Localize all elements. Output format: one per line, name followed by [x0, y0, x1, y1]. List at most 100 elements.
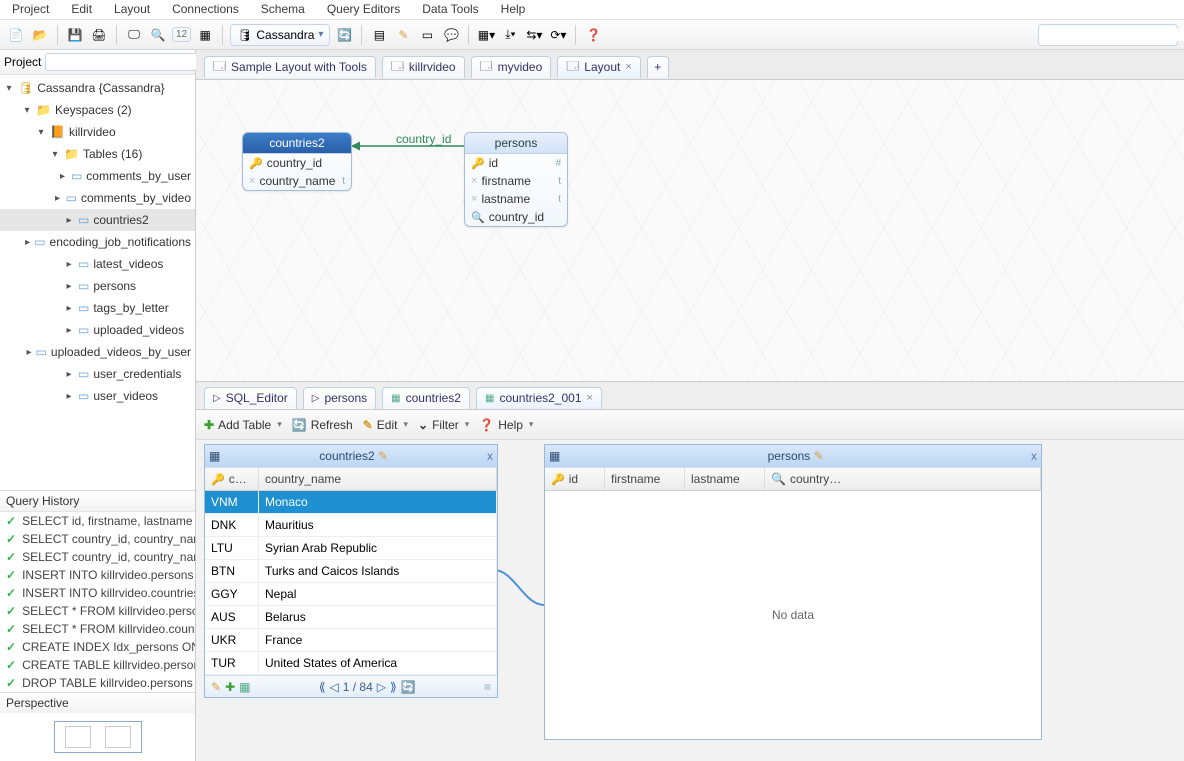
help-icon[interactable]: [583, 25, 603, 45]
query-history-item[interactable]: ✓INSERT INTO killrvideo.countries: [0, 584, 195, 602]
new-icon[interactable]: [6, 25, 26, 45]
query-history-item[interactable]: ✓INSERT INTO killrvideo.persons: [0, 566, 195, 584]
table-tool-icon[interactable]: ▤: [369, 25, 389, 45]
tab-countries2[interactable]: ▦countries2: [382, 387, 470, 409]
edit-icon[interactable]: [378, 449, 388, 463]
tree-table[interactable]: ▸▭persons: [0, 275, 195, 297]
tree-table-countries2[interactable]: ▸▭countries2: [0, 209, 195, 231]
edit-icon[interactable]: [211, 680, 221, 694]
search-input[interactable]: [1039, 29, 1184, 41]
query-history-item[interactable]: ✓SELECT country_id, country_name: [0, 548, 195, 566]
tree-tables-folder[interactable]: ▾Tables (16): [0, 143, 195, 165]
display-icon[interactable]: [124, 25, 144, 45]
col-header[interactable]: lastname: [685, 468, 765, 490]
table-row[interactable]: VNMMonaco: [205, 491, 497, 514]
tab-killrvideo[interactable]: killrvideo: [382, 56, 465, 78]
menu-edit[interactable]: Edit: [71, 2, 92, 16]
edit-icon[interactable]: [814, 449, 824, 463]
grid-body[interactable]: VNMMonaco DNKMauritius LTUSyrian Arab Re…: [205, 491, 497, 675]
filter-button[interactable]: ⌄Filter▾: [418, 418, 469, 432]
col-header[interactable]: firstname: [605, 468, 685, 490]
tree-table[interactable]: ▸▭encoding_job_notifications: [0, 231, 195, 253]
export-tool-icon[interactable]: ⤓▾: [500, 25, 520, 45]
tree-table[interactable]: ▸▭latest_videos: [0, 253, 195, 275]
grid-tool-icon[interactable]: ▦: [239, 680, 250, 694]
col-header[interactable]: id: [569, 472, 578, 486]
refresh-button[interactable]: Refresh: [292, 418, 353, 432]
menu-connections[interactable]: Connections: [172, 2, 239, 16]
close-icon[interactable]: x: [487, 449, 493, 463]
grid-header[interactable]: ▦ countries2 x: [205, 445, 497, 467]
note-tool-icon[interactable]: ▭: [417, 25, 437, 45]
diagram-canvas[interactable]: country_id countries2 country_id ×countr…: [196, 80, 1184, 381]
compare-tool-icon[interactable]: ⇆▾: [524, 25, 544, 45]
sync-tool-icon[interactable]: ⟳▾: [548, 25, 568, 45]
save-icon[interactable]: [65, 25, 85, 45]
tree-table[interactable]: ▸▭comments_by_user: [0, 165, 195, 187]
tab-sample-layout[interactable]: Sample Layout with Tools: [204, 56, 376, 78]
query-history-item[interactable]: ✓SELECT id, firstname, lastname: [0, 512, 195, 530]
open-icon[interactable]: [30, 25, 50, 45]
table-row[interactable]: UKRFrance: [205, 629, 497, 652]
edit-button[interactable]: Edit▾: [363, 418, 408, 432]
close-icon[interactable]: ×: [587, 392, 593, 404]
tree-table[interactable]: ▸▭comments_by_video: [0, 187, 195, 209]
perspective-thumbnail[interactable]: [105, 726, 131, 748]
zoom-level[interactable]: 12: [172, 27, 191, 42]
grid-window-persons[interactable]: ▦ persons x id firstname lastname 🔍count…: [544, 444, 1042, 740]
tab-layout-active[interactable]: Layout×: [557, 56, 640, 78]
query-history-header[interactable]: Query History: [0, 490, 195, 512]
tab-add[interactable]: +: [647, 56, 669, 78]
table-row[interactable]: LTUSyrian Arab Republic: [205, 537, 497, 560]
table-row[interactable]: AUSBelarus: [205, 606, 497, 629]
menu-project[interactable]: Project: [12, 2, 49, 16]
menu-query-editors[interactable]: Query Editors: [327, 2, 400, 16]
resize-handle[interactable]: ≡: [484, 680, 491, 694]
column-row[interactable]: ×lastnamet: [465, 190, 567, 208]
add-table-button[interactable]: Add Table▾: [204, 418, 282, 432]
pager-last[interactable]: ⟫: [390, 680, 397, 694]
grid-tool-icon[interactable]: ▦▾: [476, 25, 496, 45]
help-button[interactable]: Help▾: [479, 418, 533, 432]
tree-table[interactable]: ▸▭uploaded_videos: [0, 319, 195, 341]
tab-sql-editor[interactable]: ▷SQL_Editor: [204, 387, 297, 409]
table-row[interactable]: TURUnited States of America: [205, 652, 497, 675]
project-filter-input[interactable]: [45, 53, 197, 71]
close-icon[interactable]: x: [1031, 449, 1037, 463]
col-header[interactable]: country…: [790, 472, 841, 486]
table-row[interactable]: GGYNepal: [205, 583, 497, 606]
col-header[interactable]: country_name: [259, 468, 497, 490]
refresh-icon[interactable]: [334, 25, 354, 45]
tree-root[interactable]: ▾Cassandra {Cassandra}: [0, 77, 195, 99]
tree-table[interactable]: ▸▭user_videos: [0, 385, 195, 407]
tab-countries2-001-active[interactable]: ▦countries2_001×: [476, 387, 602, 409]
column-row[interactable]: ×firstnamet: [465, 172, 567, 190]
query-history-item[interactable]: ✓SELECT * FROM killrvideo.persons: [0, 602, 195, 620]
tree-table[interactable]: ▸▭uploaded_videos_by_user: [0, 341, 195, 363]
pager-first[interactable]: ⟪: [319, 680, 326, 694]
tree-keyspaces[interactable]: ▾Keyspaces (2): [0, 99, 195, 121]
print-icon[interactable]: [89, 25, 109, 45]
add-row-icon[interactable]: [225, 680, 235, 694]
column-row[interactable]: country_id: [243, 154, 351, 172]
tab-myvideo[interactable]: myvideo: [471, 56, 552, 78]
query-history-item[interactable]: ✓SELECT country_id, country_name: [0, 530, 195, 548]
refresh-icon[interactable]: [401, 680, 416, 694]
grid-window-countries2[interactable]: ▦ countries2 x c… country_name VNMMonaco…: [204, 444, 498, 698]
tree-table[interactable]: ▸▭user_credentials: [0, 363, 195, 385]
menu-layout[interactable]: Layout: [114, 2, 150, 16]
pager-next[interactable]: ▷: [377, 680, 386, 694]
zoom-icon[interactable]: [148, 25, 168, 45]
connection-selector[interactable]: Cassandra ▾: [230, 24, 330, 46]
entity-persons[interactable]: persons id# ×firstnamet ×lastnamet 🔍coun…: [464, 132, 568, 227]
perspective-header[interactable]: Perspective: [0, 692, 195, 713]
column-row[interactable]: 🔍country_id: [465, 208, 567, 226]
edit-tool-icon[interactable]: [393, 25, 413, 45]
grid-header[interactable]: ▦ persons x: [545, 445, 1041, 467]
menu-help[interactable]: Help: [501, 2, 526, 16]
comment-tool-icon[interactable]: 💬: [441, 25, 461, 45]
col-header[interactable]: c…: [229, 472, 247, 486]
perspective-thumbnail[interactable]: [65, 726, 91, 748]
global-search[interactable]: [1038, 24, 1178, 46]
menu-data-tools[interactable]: Data Tools: [422, 2, 478, 16]
